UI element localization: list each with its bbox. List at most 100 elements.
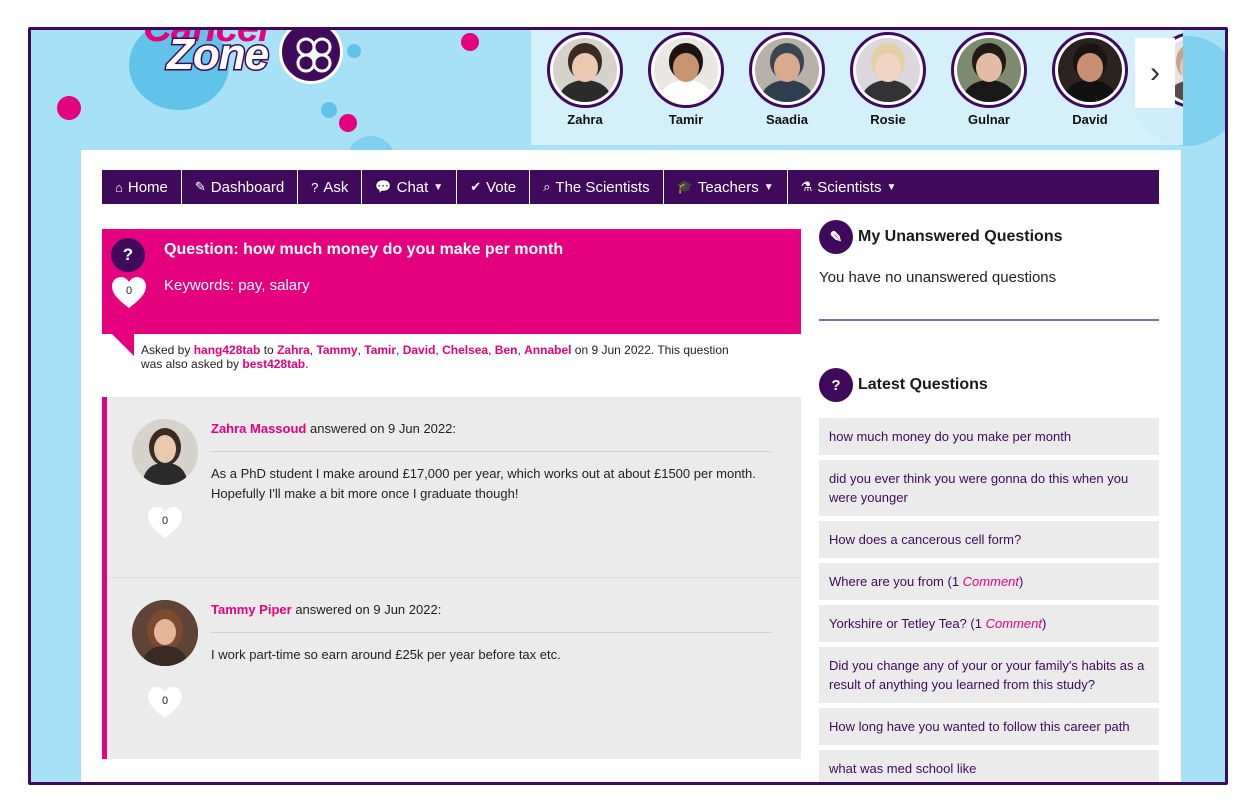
scientist-card[interactable]: Zahra	[540, 32, 630, 127]
decor-bubble	[461, 33, 479, 51]
meta-text: .	[305, 357, 309, 371]
nav-item-label: Home	[127, 178, 168, 196]
answer-text: As a PhD student I make around £17,000 p…	[211, 466, 756, 501]
question-like-button[interactable]: 0	[111, 276, 147, 310]
latest-questions: ? Latest Questions how much money do you…	[819, 368, 1159, 782]
recipient-link[interactable]: Chelsea	[442, 343, 488, 357]
edit-icon: ✎	[819, 220, 853, 254]
latest-question-text: what was med school like	[829, 761, 977, 776]
nav-item-the-scientists[interactable]: ⌕ The Scientists	[530, 170, 664, 204]
latest-question-link[interactable]: how much money do you make per month	[819, 418, 1159, 455]
nav-item-ask[interactable]: ? Ask	[298, 170, 363, 204]
latest-question-link[interactable]: Where are you from (1 Comment)	[819, 563, 1159, 600]
avatar	[547, 32, 623, 108]
unanswered-title: My Unanswered Questions	[858, 228, 1063, 245]
scientist-card[interactable]: Tamir	[641, 32, 731, 127]
carousel-next-button[interactable]: ›	[1135, 38, 1175, 108]
recipient-link[interactable]: Ben	[495, 343, 518, 357]
answer-like-button[interactable]: 0	[147, 506, 183, 540]
scientist-carousel: Zahra Tamir Saadia Rosie Gulnar David An ›	[531, 30, 1183, 145]
comment-count-link[interactable]: Comment	[986, 616, 1042, 631]
answer-author-link[interactable]: Tammy Piper	[211, 602, 292, 617]
scientist-name: David	[1072, 112, 1108, 127]
nav-item-label: Ask	[323, 178, 349, 196]
decor-bubble	[339, 114, 357, 132]
latest-question-link[interactable]: Did you change any of your or your famil…	[819, 647, 1159, 703]
also-asker-link[interactable]: best428tab	[242, 357, 305, 371]
question-like-count: 0	[125, 285, 133, 297]
chevron-down-icon: ▼	[886, 181, 897, 193]
scientist-name: Gulnar	[968, 112, 1010, 127]
nav-item-vote[interactable]: ✔ Vote	[457, 170, 531, 204]
nav-item-label: The Scientists	[555, 178, 650, 196]
nav-item-label: Teachers	[697, 178, 759, 196]
scientist-card[interactable]: Gulnar	[944, 32, 1034, 127]
meta-text: ,	[488, 343, 495, 357]
check-icon: ✔	[470, 179, 482, 194]
nav-item-chat[interactable]: 💬 Chat ▼	[362, 170, 458, 204]
asker-link[interactable]: hang428tab	[194, 343, 261, 357]
nav-item-scientists[interactable]: ⚗ Scientists ▼	[788, 170, 910, 204]
nav-item-label: Vote	[486, 178, 517, 196]
meta-text: ,	[396, 343, 403, 357]
answer-like-button[interactable]: 0	[147, 686, 183, 720]
answer-rule	[211, 632, 771, 633]
recipient-link[interactable]: Zahra	[277, 343, 310, 357]
scientist-card[interactable]: Rosie	[843, 32, 933, 127]
chevron-down-icon: ▼	[763, 181, 774, 193]
comment-count-link[interactable]: Comment	[963, 574, 1019, 589]
main-nav: ⌂ Home ✎ Dashboard? Ask 💬 Chat ▼ ✔ Vote ⌕ The Scien…	[102, 170, 1159, 204]
question-mark-icon: ?	[111, 238, 145, 272]
meta-text: Asked by	[141, 343, 194, 357]
chat-bubble-icon: 💬	[375, 179, 392, 194]
home-icon: ⌂	[115, 179, 123, 195]
recipient-link[interactable]: Tamir	[364, 343, 396, 357]
answer-like-count: 0	[161, 695, 169, 707]
latest-question-link[interactable]: Yorkshire or Tetley Tea? (1 Comment)	[819, 605, 1159, 642]
nav-item-teachers[interactable]: 🎓 Teachers ▼	[664, 170, 788, 204]
answer-byline: Tammy Piper answered on 9 Jun 2022:	[211, 602, 441, 617]
decor-bubble	[57, 96, 81, 120]
answer-author-link[interactable]: Zahra Massoud	[211, 421, 306, 436]
answer-rule	[211, 451, 771, 452]
avatar	[648, 32, 724, 108]
avatar	[951, 32, 1027, 108]
edit-icon: ✎	[194, 179, 206, 194]
main-content: ⌂ Home ✎ Dashboard? Ask 💬 Chat ▼ ✔ Vote ⌕ The Scien…	[81, 150, 1181, 782]
latest-question-text: did you ever think you were gonna do thi…	[829, 471, 1129, 505]
recipient-link[interactable]: Tammy	[316, 343, 357, 357]
latest-question-link[interactable]: How does a cancerous cell form?	[819, 521, 1159, 558]
scientist-card[interactable]: Saadia	[742, 32, 832, 127]
question-mark-icon: ?	[819, 368, 853, 402]
recipient-link[interactable]: Annabel	[524, 343, 571, 357]
latest-question-link[interactable]: How long have you wanted to follow this …	[819, 708, 1159, 745]
scientist-name: An	[1148, 112, 1183, 127]
flask-icon: ⚗	[800, 179, 813, 194]
nav-item-home[interactable]: ⌂ Home	[102, 170, 182, 204]
nav-item-dashboard[interactable]: ✎ Dashboard	[182, 170, 299, 204]
scientist-name: Zahra	[567, 112, 603, 127]
answer-item: 0 Zahra Massoud answered on 9 Jun 2022: …	[107, 397, 801, 577]
question-title: Question: how much money do you make per…	[164, 241, 564, 258]
answers-list: 0 Zahra Massoud answered on 9 Jun 2022: …	[102, 397, 801, 759]
site-logo[interactable]: Cancer Zone	[129, 30, 359, 110]
latest-question-link[interactable]: did you ever think you were gonna do thi…	[819, 460, 1159, 516]
latest-question-link[interactable]: what was med school like	[819, 750, 1159, 782]
latest-question-text: How long have you wanted to follow this …	[829, 719, 1130, 734]
avatar	[850, 32, 926, 108]
browser-viewport: Cancer Zone Zahra Tamir Saadia Rosie Gulnar D…	[28, 27, 1228, 785]
sidebar-divider	[819, 319, 1159, 321]
question-meta: Asked by hang428tab to Zahra, Tammy, Tam…	[141, 343, 741, 371]
avatar[interactable]	[132, 419, 198, 485]
scientist-name: Saadia	[766, 112, 808, 127]
avatar	[1052, 32, 1128, 108]
recipient-link[interactable]: David	[403, 343, 436, 357]
scientist-card[interactable]: David	[1045, 32, 1135, 127]
nav-item-label: Chat	[396, 178, 429, 196]
nav-item-label: Scientists	[817, 178, 882, 196]
logo-cell-icon	[279, 30, 343, 84]
avatar[interactable]	[132, 600, 198, 666]
search-icon: ⌕	[543, 179, 551, 194]
latest-question-text: Yorkshire or Tetley Tea? (1	[829, 616, 982, 631]
graduation-cap-icon: 🎓	[676, 179, 693, 194]
